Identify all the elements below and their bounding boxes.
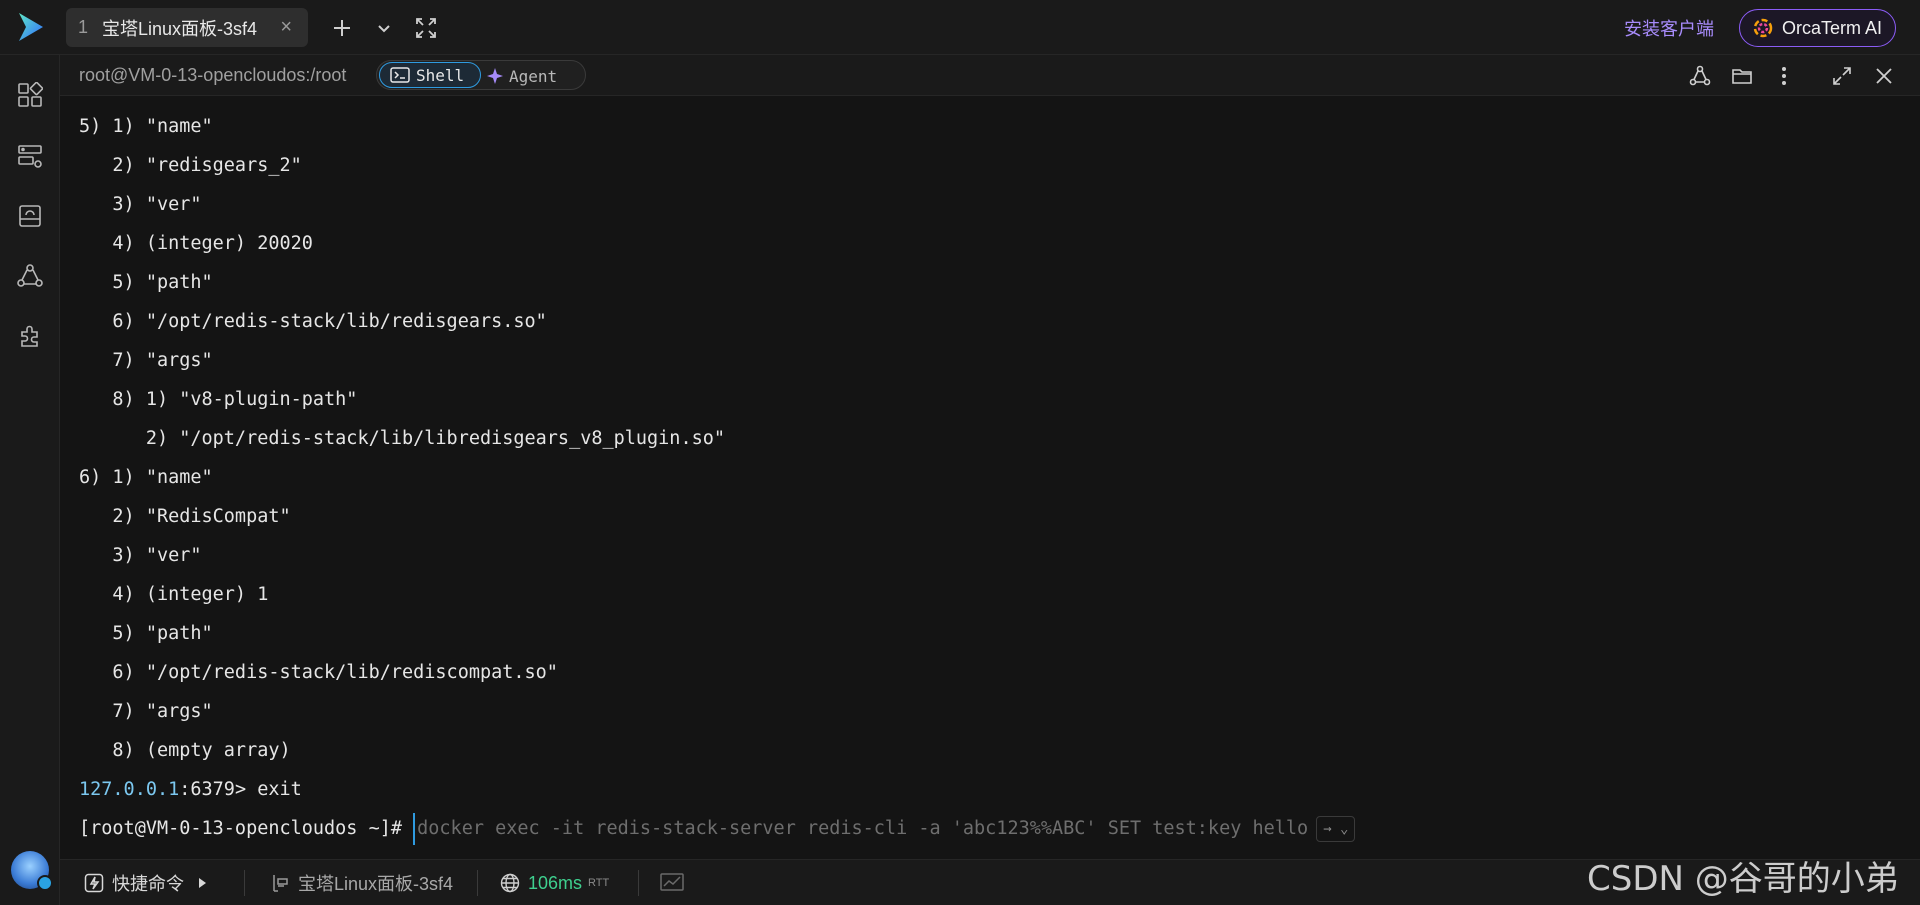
- terminal-line: 4) (integer) 20020: [79, 233, 313, 254]
- mode-switch: Shell Agent: [376, 60, 586, 90]
- terminal-icon: [390, 67, 410, 83]
- user-avatar[interactable]: [11, 851, 53, 891]
- terminal-line: 7) "args": [79, 701, 213, 722]
- redis-host-ip: 127.0.0.1: [79, 779, 180, 800]
- shell-mode-button[interactable]: Shell: [379, 62, 481, 88]
- agent-mode-label: Agent: [509, 66, 558, 86]
- tab-close-icon[interactable]: ×: [280, 16, 292, 39]
- terminal-line: 5) "path": [79, 272, 213, 293]
- latency-value: 106ms: [528, 872, 583, 893]
- server-name-item[interactable]: 宝塔Linux面板-3sf4: [270, 871, 453, 895]
- shell-prompt: [root@VM-0-13-opencloudos ~]#: [79, 818, 414, 839]
- server-icon: [270, 873, 290, 893]
- terminal-line: 5) 1) "name": [79, 116, 213, 137]
- ai-spark-icon: [1752, 17, 1774, 39]
- share-icon[interactable]: [1687, 63, 1713, 89]
- monitor-chart-button[interactable]: [660, 871, 684, 895]
- accept-suggestion-button[interactable]: → ⌄: [1316, 816, 1356, 842]
- redis-exit-line: 127.0.0.1:6379> exit: [79, 776, 302, 804]
- terminal-line: 2) "RedisCompat": [79, 506, 291, 527]
- chart-icon: [660, 873, 684, 893]
- close-icon[interactable]: [1871, 63, 1897, 89]
- terminal-line: 7) "args": [79, 350, 213, 371]
- fullscreen-icon[interactable]: [412, 14, 440, 42]
- expand-icon[interactable]: [1829, 63, 1855, 89]
- status-divider: [244, 870, 245, 896]
- terminal-line: 2) "redisgears_2": [79, 155, 302, 176]
- session-header: root@VM-0-13-opencloudos:/root Shell Age…: [60, 55, 1920, 96]
- dashboard-grid-icon[interactable]: [15, 80, 45, 110]
- terminal-line: 6) "/opt/redis-stack/lib/redisgears.so": [79, 311, 547, 332]
- server-name-label: 宝塔Linux面板-3sf4: [298, 874, 454, 894]
- session-tab[interactable]: 1 宝塔Linux面板-3sf4 ×: [66, 8, 308, 47]
- command-suggestion: docker exec -it redis-stack-server redis…: [417, 818, 1309, 839]
- left-sidebar: [0, 55, 60, 905]
- latency-item[interactable]: 106ms RTT: [500, 871, 609, 895]
- lightning-icon: [84, 873, 104, 893]
- agent-mode-button[interactable]: Agent: [487, 63, 557, 89]
- terminal-line: 8) (empty array): [79, 740, 291, 761]
- globe-icon: [500, 873, 520, 893]
- shell-mode-label: Shell: [416, 65, 465, 85]
- quick-commands-label: 快捷命令: [112, 874, 184, 894]
- sparkle-icon: [487, 68, 503, 84]
- storage-icon[interactable]: [15, 201, 45, 231]
- tab-title: 宝塔Linux面板-3sf4: [102, 18, 258, 39]
- watermark: CSDN @谷哥的小弟: [1587, 859, 1899, 899]
- redis-exit-command: :6379> exit: [179, 779, 302, 800]
- text-cursor: [413, 813, 416, 845]
- terminal-line: 6) "/opt/redis-stack/lib/rediscompat.so": [79, 662, 558, 683]
- terminal-line: 3) "ver": [79, 194, 202, 215]
- terminal-line: 4) (integer) 1: [79, 584, 269, 605]
- terminal-line: 3) "ver": [79, 545, 202, 566]
- avatar-status-badge: [37, 875, 53, 891]
- terminal-line: 8) 1) "v8-plugin-path": [79, 389, 358, 410]
- status-divider: [477, 870, 478, 896]
- new-tab-plus-icon[interactable]: [328, 14, 356, 42]
- folder-icon[interactable]: [1729, 63, 1755, 89]
- app-logo: [14, 10, 48, 44]
- rtt-label: RTT: [588, 877, 610, 889]
- caret-right-icon: [198, 878, 206, 888]
- tab-number: 1: [78, 17, 89, 37]
- ai-button-label: OrcaTerm AI: [1782, 17, 1883, 38]
- terminal-line: 6) 1) "name": [79, 467, 213, 488]
- quick-commands-button[interactable]: 快捷命令: [84, 871, 206, 895]
- shell-prompt-line[interactable]: [root@VM-0-13-opencloudos ~]# docker exe…: [79, 813, 1356, 845]
- network-icon[interactable]: [15, 261, 45, 291]
- orcaterm-ai-button[interactable]: OrcaTerm AI: [1739, 9, 1896, 47]
- host-path: root@VM-0-13-opencloudos:/root: [79, 65, 347, 85]
- install-client-link[interactable]: 安装客户端: [1624, 15, 1714, 41]
- more-icon[interactable]: [1771, 63, 1797, 89]
- chevron-down-icon[interactable]: [370, 14, 398, 42]
- top-bar: 1 宝塔Linux面板-3sf4 × 安装客户端 OrcaTerm AI: [0, 0, 1920, 55]
- terminal-line: 2) "/opt/redis-stack/lib/libredisgears_v…: [79, 428, 726, 449]
- terminal-output[interactable]: 5) 1) "name" 2) "redisgears_2" 3) "ver" …: [60, 96, 1920, 859]
- terminal-line: 5) "path": [79, 623, 213, 644]
- plugin-icon[interactable]: [15, 321, 45, 351]
- status-divider: [638, 870, 639, 896]
- server-list-icon[interactable]: [15, 141, 45, 171]
